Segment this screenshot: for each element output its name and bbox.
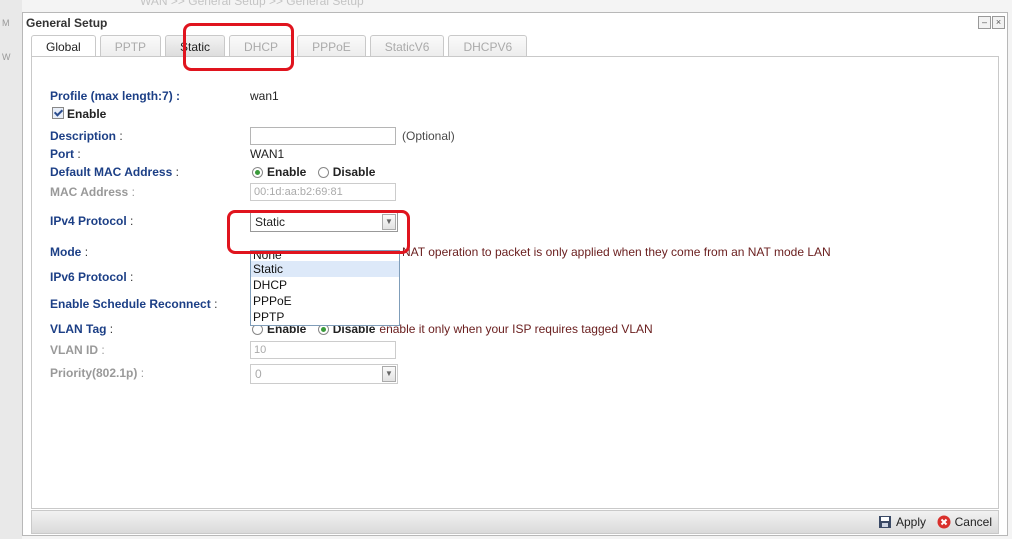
window-titlebar: General Setup – × — [23, 13, 1007, 33]
ipv4-protocol-dropdown: None Static DHCP PPPoE PPTP — [250, 250, 400, 326]
description-input[interactable] — [250, 127, 396, 145]
option-static[interactable]: Static — [251, 261, 399, 277]
mode-note: NAT operation to packet is only applied … — [402, 245, 831, 259]
ipv4-protocol-label: IPv4 Protocol — [50, 214, 127, 228]
window-title: General Setup — [26, 16, 108, 30]
vlan-tag-label: VLAN Tag — [50, 322, 107, 336]
close-icon[interactable]: × — [992, 16, 1005, 29]
description-hint: (Optional) — [402, 129, 455, 143]
cancel-icon — [937, 515, 951, 529]
enable-checkbox[interactable] — [52, 107, 64, 119]
default-mac-radios: Enable Disable — [252, 163, 383, 181]
cancel-label: Cancel — [954, 515, 992, 529]
minimize-icon[interactable]: – — [978, 16, 991, 29]
default-mac-label: Default MAC Address — [50, 165, 173, 179]
cancel-button[interactable]: Cancel — [937, 515, 992, 529]
default-mac-enable-radio[interactable] — [252, 167, 263, 178]
option-pppoe[interactable]: PPPoE — [251, 293, 399, 309]
port-label: Port — [50, 147, 74, 161]
tab-staticv6[interactable]: StaticV6 — [369, 35, 445, 57]
footer-bar: Apply Cancel — [31, 510, 999, 534]
apply-label: Apply — [895, 515, 926, 529]
tab-global[interactable]: Global — [31, 35, 96, 57]
enable-checkbox-label: Enable — [67, 107, 107, 121]
option-dhcp[interactable]: DHCP — [251, 277, 399, 293]
form-panel: Profile (max length:7) : wan1 Enable Des… — [31, 57, 999, 509]
vlan-id-input: 10 — [250, 341, 396, 359]
ipv6-protocol-label: IPv6 Protocol — [50, 270, 127, 284]
tab-dhcpv6[interactable]: DHCPV6 — [448, 35, 528, 57]
description-label: Description — [50, 129, 117, 143]
background-left-panel: M W — [0, 0, 22, 539]
general-setup-window: General Setup – × Global PPTP Static DHC… — [22, 12, 1008, 536]
breadcrumb: WAN >> General Setup >> General Setup — [140, 0, 364, 8]
mac-address-label: MAC Address — [50, 185, 129, 199]
mode-label: Mode — [50, 245, 82, 259]
tab-pppoe[interactable]: PPPoE — [297, 35, 366, 57]
enable-checkbox-row[interactable]: Enable — [52, 105, 106, 123]
priority-label: Priority(802.1p) — [50, 366, 138, 380]
mac-address-input: 00:1d:aa:b2:69:81 — [250, 183, 396, 201]
tab-pptp[interactable]: PPTP — [99, 35, 162, 57]
port-value: WAN1 — [250, 147, 285, 161]
save-icon — [878, 516, 891, 528]
priority-select: 0 ▼ — [250, 364, 398, 384]
profile-value: wan1 — [250, 89, 279, 103]
schedule-reconnect-label: Enable Schedule Reconnect — [50, 297, 211, 311]
apply-button[interactable]: Apply — [878, 515, 926, 529]
ipv4-protocol-highlight — [227, 210, 410, 254]
vlan-tag-note: enable it only when your ISP requires ta… — [379, 322, 653, 336]
profile-label: Profile (max length:7) : — [50, 89, 181, 103]
option-pptp[interactable]: PPTP — [251, 309, 399, 325]
static-tab-highlight — [183, 23, 294, 71]
chevron-down-icon: ▼ — [382, 366, 396, 382]
default-mac-disable-radio[interactable] — [317, 167, 329, 178]
vlan-id-label: VLAN ID — [50, 343, 98, 357]
